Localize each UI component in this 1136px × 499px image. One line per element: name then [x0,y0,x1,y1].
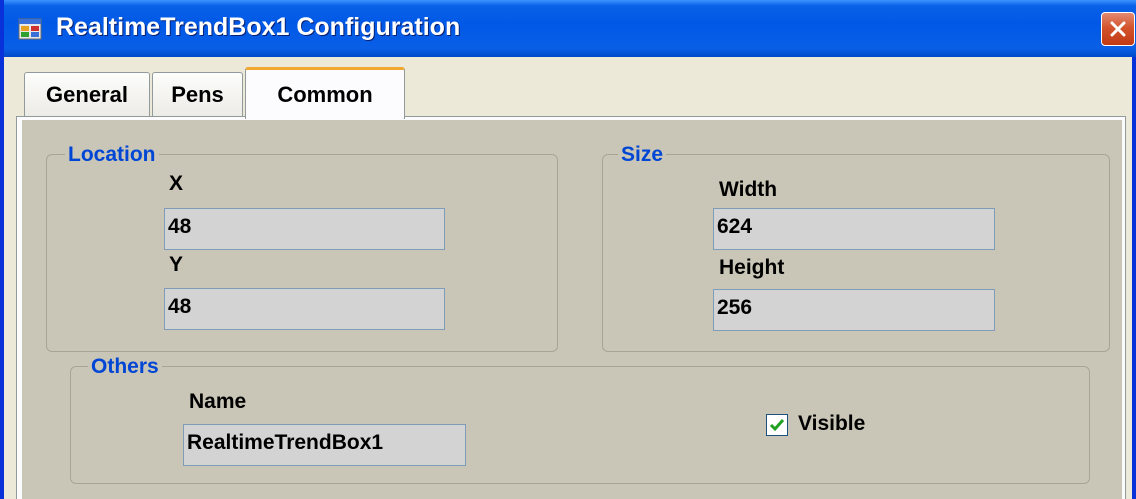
x-input[interactable]: 48 [164,208,445,250]
name-label: Name [189,390,247,413]
checkmark-icon [769,419,785,432]
size-legend: Size [618,143,667,167]
x-label: X [169,172,184,195]
tab-pens[interactable]: Pens [152,72,243,117]
config-dialog: RealtimeTrendBox1 Configuration General … [0,0,1136,499]
height-label: Height [719,256,785,279]
visible-checkbox[interactable] [766,414,788,436]
width-input[interactable]: 624 [713,208,995,250]
tab-strip: General Pens Common [16,67,1116,119]
y-input[interactable]: 48 [164,288,445,330]
close-button[interactable] [1101,12,1135,46]
visible-label[interactable]: Visible [798,412,865,436]
width-label: Width [719,178,778,201]
y-label: Y [169,253,184,276]
location-legend: Location [65,143,159,167]
name-input[interactable]: RealtimeTrendBox1 [183,424,466,466]
title-bar[interactable]: RealtimeTrendBox1 Configuration [4,0,1136,57]
close-icon [1110,21,1126,37]
app-window-icon [18,17,42,41]
common-panel-body: Location X 48 Y 48 Size Width 624 Height… [22,120,1122,499]
window-title: RealtimeTrendBox1 Configuration [56,13,461,41]
others-legend: Others [88,355,162,379]
tab-common[interactable]: Common [245,67,405,119]
tab-general[interactable]: General [24,72,150,117]
height-input[interactable]: 256 [713,289,995,331]
